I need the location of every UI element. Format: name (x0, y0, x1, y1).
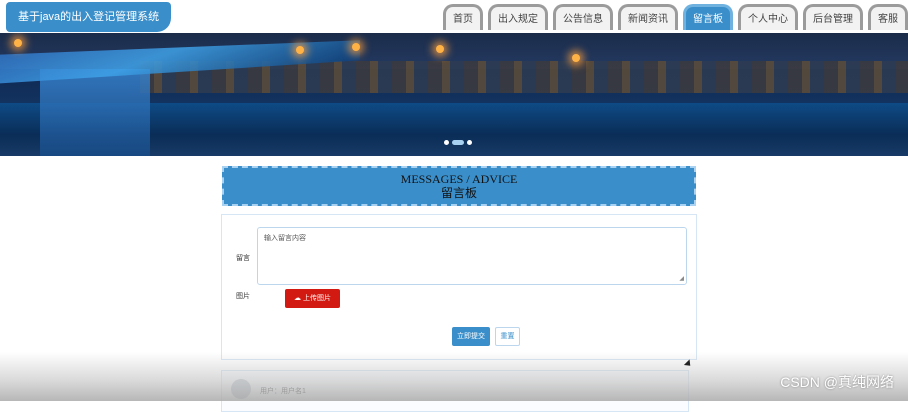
resize-handle-icon[interactable]: ◢ (679, 275, 684, 282)
banner-light (296, 46, 304, 54)
reset-button[interactable]: 重置 (495, 327, 520, 346)
section-title-zh: 留言板 (440, 186, 477, 200)
message-form: 留言 输入留言内容 ◢ 图片 ☁ 上传图片 立即提交 重置 (221, 214, 697, 360)
nav-admin[interactable]: 后台管理 (803, 4, 863, 30)
message-placeholder: 输入留言内容 (264, 235, 306, 242)
banner-light (436, 45, 444, 53)
upload-image-label: 上传图片 (302, 295, 331, 302)
cloud-upload-icon: ☁ (294, 295, 302, 302)
nav-message-board[interactable]: 留言板 (683, 4, 733, 30)
nav-rules[interactable]: 出入规定 (488, 4, 548, 30)
banner-light (14, 39, 22, 47)
nav-personal-center[interactable]: 个人中心 (738, 4, 798, 30)
comment-item: 用户：用户名1 (221, 370, 689, 412)
submit-button[interactable]: 立即提交 (452, 327, 490, 346)
message-textarea[interactable]: 输入留言内容 ◢ (257, 227, 687, 285)
comment-user: 用户：用户名1 (260, 388, 306, 395)
nav-notices[interactable]: 公告信息 (553, 4, 613, 30)
carousel-dot[interactable] (444, 140, 449, 145)
top-nav: 首页 出入规定 公告信息 新闻资讯 留言板 个人中心 后台管理 客服 (443, 4, 908, 30)
section-title-en: MESSAGES / ADVICE (400, 172, 518, 186)
site-title: 基于java的出入登记管理系统 (6, 2, 172, 32)
banner-bridge-pillar (40, 69, 150, 156)
watermark: CSDN @真纯网络 (780, 374, 894, 390)
nav-support[interactable]: 客服 (868, 4, 908, 30)
mouse-cursor-icon (683, 359, 694, 369)
nav-news[interactable]: 新闻资讯 (618, 4, 678, 30)
message-label: 留言 (236, 255, 250, 262)
banner-light (572, 54, 580, 62)
nav-home[interactable]: 首页 (443, 4, 483, 30)
upload-image-button[interactable]: ☁ 上传图片 (285, 289, 340, 308)
carousel-dot-active[interactable] (452, 140, 464, 145)
carousel-dots (444, 140, 472, 145)
banner-carousel[interactable] (0, 33, 908, 156)
image-label: 图片 (236, 293, 250, 300)
avatar (231, 379, 251, 399)
banner-light (352, 43, 360, 51)
carousel-dot[interactable] (467, 140, 472, 145)
section-title: MESSAGES / ADVICE 留言板 (222, 166, 696, 206)
